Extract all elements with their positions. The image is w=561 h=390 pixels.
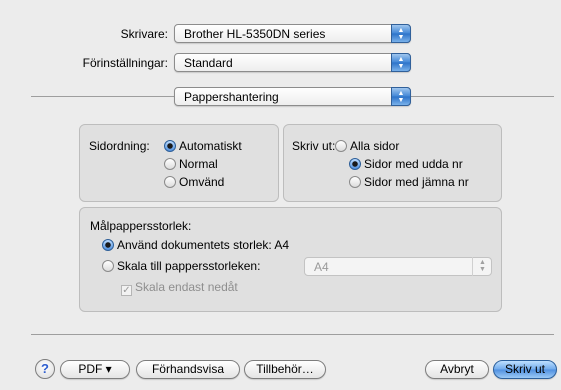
radio-label: Skala till pappersstorleken: bbox=[117, 259, 261, 273]
radio-print-all-pages[interactable]: Alla sidor bbox=[335, 139, 399, 153]
cancel-button[interactable]: Avbryt bbox=[425, 360, 489, 379]
radio-scale-to-paper[interactable]: Skala till pappersstorleken: bbox=[102, 259, 260, 273]
presets-label: Förinställningar: bbox=[82, 56, 168, 70]
radio-label: Normal bbox=[179, 157, 218, 171]
checkmark-icon: ✓ bbox=[121, 285, 132, 296]
print-pages-label: Skriv ut: bbox=[292, 139, 336, 153]
radio-selected-icon bbox=[164, 140, 176, 152]
radio-icon bbox=[164, 176, 176, 188]
radio-label: Använd dokumentets storlek: A4 bbox=[117, 238, 290, 252]
printer-label: Skrivare: bbox=[120, 27, 168, 41]
checkbox-scale-down-only[interactable]: ✓ Skala endast nedåt bbox=[121, 280, 238, 296]
popup-arrows-icon: ▲ ▼ bbox=[391, 87, 411, 106]
panel-popup[interactable]: Pappershantering ▲ ▼ bbox=[174, 87, 411, 106]
separator-left bbox=[31, 96, 174, 97]
checkbox-label: Skala endast nedåt bbox=[135, 280, 238, 294]
radio-use-document-size[interactable]: Använd dokumentets storlek: A4 bbox=[102, 238, 289, 252]
help-button[interactable]: ? bbox=[35, 359, 55, 379]
radio-print-even-pages[interactable]: Sidor med jämna nr bbox=[349, 175, 469, 189]
print-button[interactable]: Skriv ut bbox=[493, 360, 557, 379]
radio-label: Sidor med jämna nr bbox=[364, 175, 469, 189]
radio-label: Alla sidor bbox=[350, 139, 400, 153]
radio-icon bbox=[102, 260, 114, 272]
destination-title: Målpappersstorlek: bbox=[90, 219, 192, 233]
popup-arrows-icon: ▲ ▼ bbox=[391, 24, 411, 43]
radio-page-order-automatic[interactable]: Automatiskt bbox=[164, 139, 242, 153]
radio-page-order-reverse[interactable]: Omvänd bbox=[164, 175, 224, 189]
radio-page-order-normal[interactable]: Normal bbox=[164, 157, 218, 171]
radio-icon bbox=[349, 176, 361, 188]
printer-value: Brother HL-5350DN series bbox=[184, 27, 326, 41]
radio-print-odd-pages[interactable]: Sidor med udda nr bbox=[349, 157, 463, 171]
scale-paper-popup[interactable]: A4 ▲ ▼ bbox=[304, 257, 492, 276]
preview-button[interactable]: Förhandsvisa bbox=[136, 360, 240, 379]
popup-arrows-icon: ▲ ▼ bbox=[472, 257, 492, 276]
radio-icon bbox=[164, 158, 176, 170]
supplies-button[interactable]: Tillbehör… bbox=[244, 360, 326, 379]
panel-value: Pappershantering bbox=[184, 90, 279, 104]
scale-paper-value: A4 bbox=[314, 260, 329, 274]
page-order-label: Sidordning: bbox=[89, 139, 150, 153]
presets-value: Standard bbox=[184, 56, 233, 70]
radio-selected-icon bbox=[349, 158, 361, 170]
presets-popup[interactable]: Standard ▲ ▼ bbox=[174, 53, 411, 72]
radio-icon bbox=[335, 140, 347, 152]
pdf-menu-button[interactable]: PDF ▾ bbox=[60, 360, 130, 379]
separator-right bbox=[411, 96, 554, 97]
radio-label: Sidor med udda nr bbox=[364, 157, 463, 171]
bottom-separator bbox=[31, 334, 554, 335]
radio-label: Omvänd bbox=[179, 175, 225, 189]
printer-popup[interactable]: Brother HL-5350DN series ▲ ▼ bbox=[174, 24, 411, 43]
popup-arrows-icon: ▲ ▼ bbox=[391, 53, 411, 72]
radio-selected-icon bbox=[102, 239, 114, 251]
radio-label: Automatiskt bbox=[179, 139, 242, 153]
